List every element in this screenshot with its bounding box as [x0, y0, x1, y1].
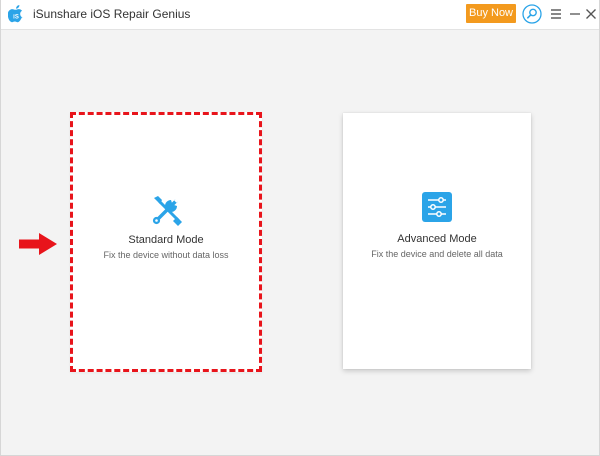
- svg-text:iS: iS: [13, 15, 19, 21]
- wrench-screwdriver-icon: [152, 196, 182, 226]
- standard-mode-card[interactable]: Standard Mode Fix the device without dat…: [70, 112, 262, 372]
- app-title: iSunshare iOS Repair Genius: [33, 7, 191, 21]
- search-icon[interactable]: [522, 4, 542, 24]
- menu-icon[interactable]: [549, 4, 563, 24]
- buy-now-button[interactable]: Buy Now: [466, 4, 516, 23]
- standard-mode-title: Standard Mode: [128, 234, 204, 246]
- advanced-mode-title: Advanced Mode: [397, 233, 477, 245]
- title-bar: iS iSunshare iOS Repair Genius Buy Now: [1, 0, 599, 30]
- advanced-mode-card[interactable]: Advanced Mode Fix the device and delete …: [343, 113, 531, 369]
- sliders-icon: [422, 192, 452, 222]
- app-window: iS iSunshare iOS Repair Genius Buy Now S…: [0, 0, 600, 456]
- close-icon[interactable]: [585, 4, 597, 24]
- standard-mode-description: Fix the device without data loss: [103, 250, 229, 260]
- advanced-mode-description: Fix the device and delete all data: [371, 249, 503, 259]
- minimize-icon[interactable]: [569, 4, 581, 24]
- apple-logo-icon: iS: [8, 5, 23, 23]
- red-arrow-icon: [19, 233, 57, 255]
